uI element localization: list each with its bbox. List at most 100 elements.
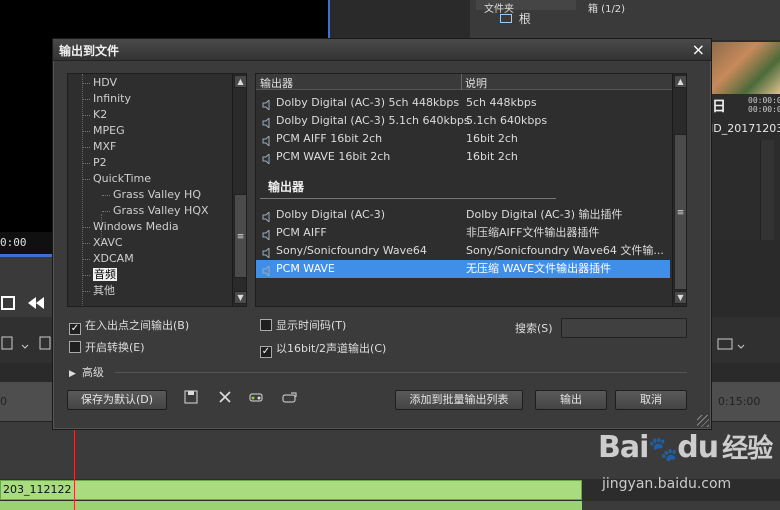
thumb-day: 日 [712, 99, 726, 115]
convert-checkbox[interactable]: 开启转换(E) [69, 340, 145, 356]
tree-connector [82, 274, 90, 276]
tree-item[interactable]: P2 [82, 155, 107, 171]
tree-item[interactable]: K2 [82, 107, 107, 123]
scroll-thumb[interactable]: ≡ [234, 194, 246, 278]
timeline-cursor[interactable] [74, 430, 75, 510]
bin-scrollbar[interactable] [760, 140, 774, 240]
tree-item[interactable]: XDCAM [82, 251, 134, 267]
advanced-label: 高级 [81, 366, 104, 379]
tree-connector [82, 146, 90, 148]
tree-connector [82, 114, 90, 116]
dialog-titlebar[interactable]: 输出到文件 × [53, 39, 711, 61]
search-input[interactable] [561, 318, 687, 338]
timeline-clip-audio[interactable] [0, 501, 582, 510]
exporter-row[interactable]: Dolby Digital (AC-3) 5.1ch 640kbps 5.1ch … [256, 112, 670, 130]
tree-item[interactable]: MXF [82, 139, 116, 155]
export-preset-icon[interactable] [281, 390, 297, 406]
tree-item-label: 音频 [93, 268, 117, 281]
timeline-clip[interactable]: 203_112122 [0, 480, 582, 500]
timecode-checkbox[interactable]: 显示时间码(T) [260, 318, 346, 334]
checkbox-icon: ✓ [69, 323, 81, 335]
cancel-button[interactable]: 取消 [615, 390, 687, 410]
scroll-down-icon[interactable]: ▼ [674, 291, 686, 304]
scroll-up-icon[interactable]: ▲ [674, 75, 686, 88]
scroll-down-icon[interactable]: ▼ [234, 291, 246, 304]
exporter-row[interactable]: Dolby Digital (AC-3) 5ch 448kbps 5ch 448k… [256, 94, 670, 112]
tree-item[interactable]: 其他 [82, 283, 115, 299]
in-out-checkbox[interactable]: ✓ 在入出点之间输出(B) [69, 318, 189, 335]
export-to-file-dialog: 输出到文件 × HDV Infinity K2 MPEG MXF P2 QuickTime G… [52, 38, 712, 430]
delete-preset-icon[interactable] [217, 390, 233, 406]
exporter-row[interactable]: PCM AIFF 非压缩AIFF文件输出器插件 [256, 224, 670, 242]
tree-item-label: XAVC [93, 236, 123, 249]
list-header: 输出器 说明 [256, 74, 672, 90]
exporter-desc: Dolby Digital (AC-3) 输出插件 [466, 208, 623, 221]
folder-tab[interactable]: 文件夹 [476, 0, 576, 15]
tree-item[interactable]: HDV [82, 75, 117, 91]
exporter-row[interactable]: Dolby Digital (AC-3) Dolby Digital (AC-3)… [256, 206, 670, 224]
tree-connector [82, 226, 90, 228]
exporter-desc: 16bit 2ch [466, 132, 518, 145]
exporter-row[interactable]: PCM WAVE 无压缩 WAVE文件输出器插件 [256, 260, 670, 278]
close-icon[interactable]: × [692, 40, 705, 59]
add-to-batch-button[interactable]: 添加到批量输出列表 [395, 390, 523, 410]
tree-item[interactable]: Infinity [82, 91, 131, 107]
tree-item[interactable]: QuickTime [82, 171, 151, 187]
exporter-row[interactable]: PCM WAVE 16bit 2ch 16bit 2ch [256, 148, 670, 166]
clip-thumbnail[interactable] [710, 42, 780, 94]
tree-item-label: P2 [93, 156, 107, 169]
16bit-2ch-checkbox[interactable]: ✓ 以16bit/2声道输出(C) [260, 341, 387, 358]
speaker-icon [262, 246, 272, 260]
exporter-desc: 无压缩 WAVE文件输出器插件 [466, 262, 612, 275]
save-preset-icon[interactable] [183, 390, 199, 406]
timecode-label: 显示时间码(T) [276, 319, 347, 332]
convert-label: 开启转换(E) [85, 341, 145, 354]
tree-connector [102, 210, 110, 212]
tree-item-label: HDV [93, 76, 118, 89]
play-controls-icon[interactable] [0, 257, 54, 317]
tree-item[interactable]: Windows Media [82, 219, 179, 235]
tree-item[interactable]: Grass Valley HQX [102, 203, 209, 219]
root-label: 根 [518, 12, 531, 26]
tree-connector [82, 82, 90, 84]
layout-icon[interactable] [708, 317, 780, 363]
exporter-name: PCM WAVE 16bit 2ch [276, 150, 391, 163]
speaker-icon [262, 210, 272, 224]
new-file-icon[interactable] [0, 317, 54, 363]
group-divider [260, 198, 556, 199]
scroll-thumb[interactable]: ≡ [674, 134, 686, 290]
tree-item[interactable]: 音频 [82, 267, 117, 283]
tree-item-label: Windows Media [93, 220, 179, 233]
scroll-up-icon[interactable]: ▲ [234, 75, 246, 88]
advanced-toggle[interactable]: ▶ 高级 [69, 364, 104, 380]
tree-connector [82, 178, 90, 180]
tree-item[interactable]: XAVC [82, 235, 123, 251]
list-scrollbar[interactable]: ▲ ≡ ▼ [672, 74, 686, 306]
search-label: 搜索(S) [515, 322, 553, 335]
tree-item[interactable]: Grass Valley HQ [102, 187, 201, 203]
tree-scrollbar[interactable]: ▲ ≡ ▼ [232, 74, 246, 306]
tree-connector [82, 290, 90, 292]
exporter-name: PCM WAVE [276, 262, 335, 275]
col-desc-header[interactable]: 说明 [465, 75, 487, 91]
timeline-toolbar-right [708, 317, 780, 363]
exporter-name: Sony/Sonicfoundry Wave64 [276, 244, 427, 257]
tree-item[interactable]: MPEG [82, 123, 125, 139]
advanced-divider [115, 372, 687, 373]
export-button[interactable]: 输出 [535, 390, 607, 410]
16bit-label: 以16bit/2声道输出(C) [276, 342, 387, 355]
save-default-button[interactable]: 保存为默认(D) [67, 390, 167, 410]
timecode-display: 0:00 [0, 232, 54, 254]
exporter-name: Dolby Digital (AC-3) 5.1ch 640kbps [276, 114, 470, 127]
col-exporter-header[interactable]: 输出器 [260, 75, 293, 91]
root-folder[interactable]: 根 [500, 10, 575, 28]
bin-tab[interactable]: 箱 (1/2) [582, 0, 692, 15]
thumb-timecode: 00:00:0 00:00:0 [748, 96, 780, 114]
speaker-icon [262, 134, 272, 148]
resize-grip-icon[interactable] [697, 415, 709, 427]
header-separator[interactable] [461, 74, 462, 90]
tree-item-label: MPEG [93, 124, 125, 137]
exporter-row[interactable]: PCM AIFF 16bit 2ch 16bit 2ch [256, 130, 670, 148]
exporter-row[interactable]: Sony/Sonicfoundry Wave64 Sony/Sonicfoundr… [256, 242, 670, 260]
import-preset-icon[interactable] [247, 390, 263, 406]
